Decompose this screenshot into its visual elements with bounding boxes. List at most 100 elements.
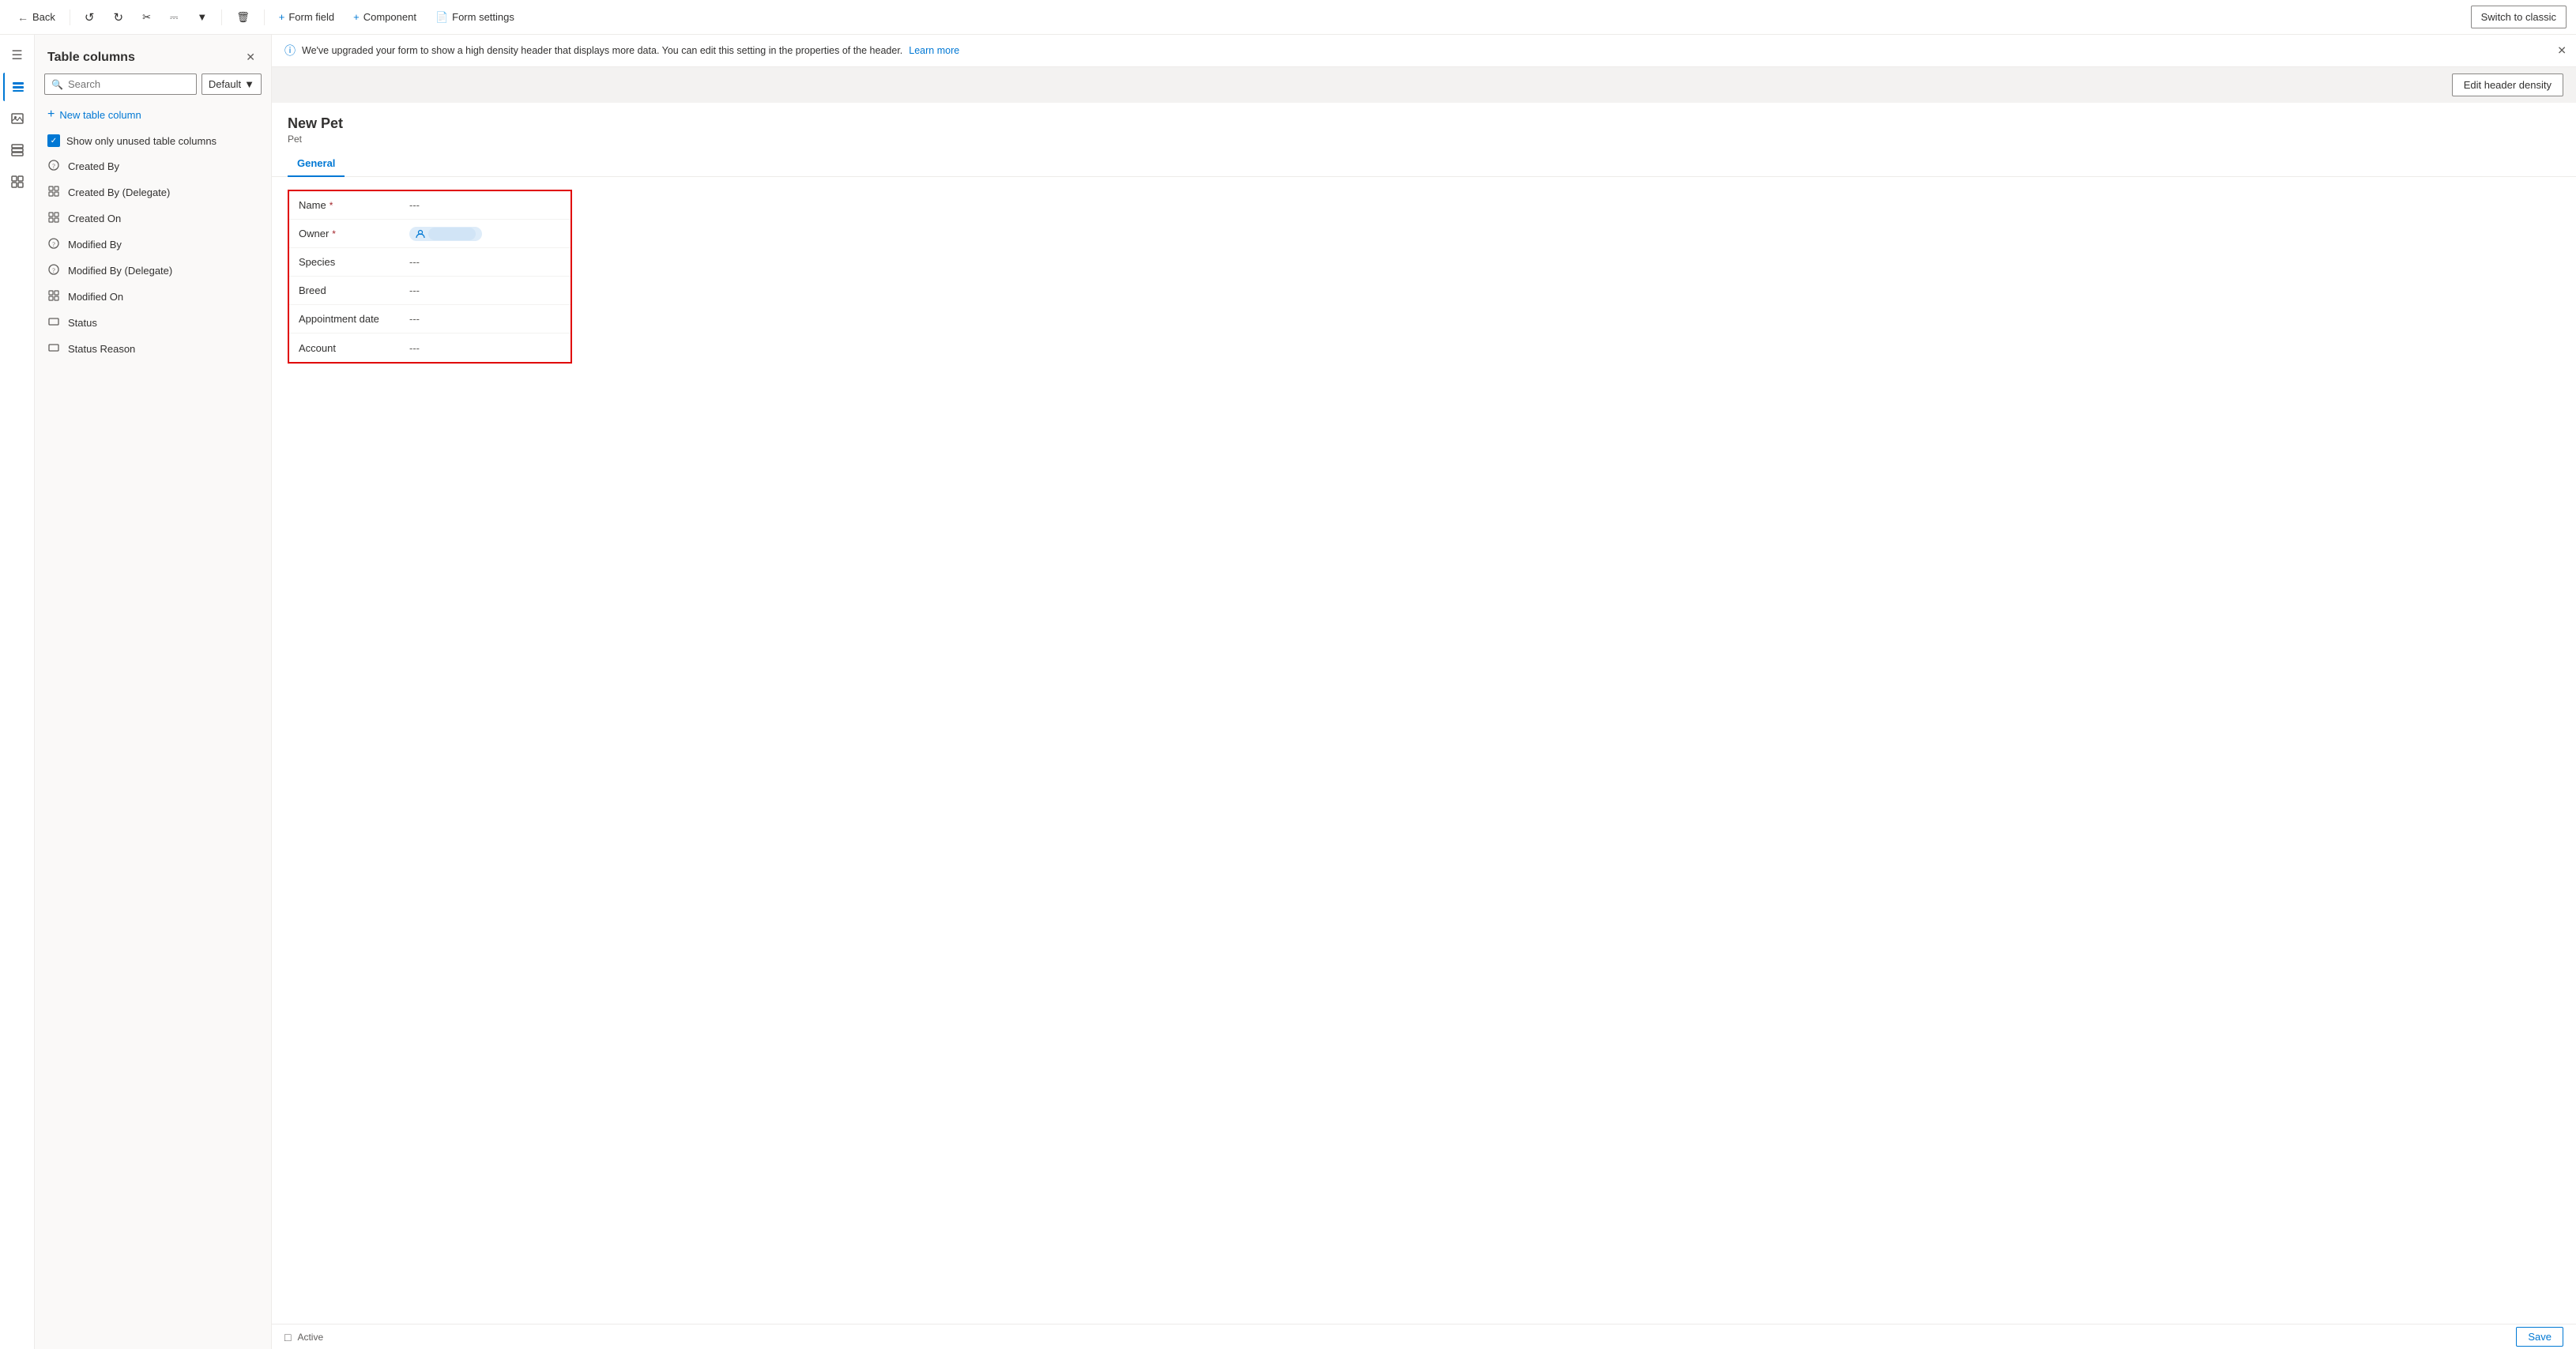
modified-on-label: Modified On [68,291,123,303]
form-section: Name * --- Owner * Species [288,190,572,364]
form-area: New Pet Pet General Name * --- Owner * [272,103,2576,1324]
sidebar-title: Table columns [47,51,135,65]
info-banner: ⓘ We've upgraded your form to show a hig… [272,35,2576,67]
copy-button[interactable]: ⎓ [162,6,186,28]
delete-button[interactable]: 🗑 [228,6,258,28]
rail-menu-icon[interactable]: ☰ [3,41,32,70]
plus-icon: + [279,11,285,23]
table-row[interactable]: Appointment date --- [289,305,571,333]
field-label: Account [299,342,409,354]
new-table-column-button[interactable]: + New table column [35,101,271,128]
field-value-cell: --- [409,342,420,354]
form-field-button[interactable]: + Form field [271,6,342,28]
svg-text:?: ? [52,267,55,274]
field-label: Appointment date [299,313,409,325]
created-by-label: Created By [68,160,119,172]
info-icon: ⓘ [284,43,296,58]
more-button[interactable]: ▼ [189,6,215,28]
created-by-icon: ? [47,160,60,173]
rail-stack-icon[interactable] [3,136,32,164]
sidebar-item-created-by[interactable]: ? Created By [35,153,271,179]
form-body: Name * --- Owner * Species [272,177,2576,379]
toolbar: ← Back ↺ ↻ ✂ ⎓ ▼ 🗑 + Form field + Compon… [0,0,2576,35]
table-row[interactable]: Account --- [289,333,571,362]
field-value-cell: --- [409,284,420,296]
form-settings-icon: 📄 [435,11,448,24]
modified-by-delegate-label: Modified By (Delegate) [68,265,172,277]
sidebar-item-modified-on[interactable]: Modified On [35,284,271,310]
component-button[interactable]: + Component [345,6,424,28]
modified-by-delegate-icon: ? [47,264,60,277]
required-star: * [330,200,333,211]
filter-dropdown[interactable]: Default ▼ [201,73,262,95]
required-star: * [332,228,336,239]
field-value-cell: --- [409,199,420,211]
field-label: Owner * [299,228,409,239]
banner-close-button[interactable]: ✕ [2557,44,2567,58]
sidebar-item-status[interactable]: Status [35,310,271,336]
sidebar-close-button[interactable]: ✕ [243,47,258,67]
field-value: --- [409,313,420,325]
save-button[interactable]: Save [2516,1327,2563,1347]
sidebar: Table columns ✕ 🔍 Default ▼ + New table … [35,35,272,1349]
show-unused-toggle[interactable]: ✓ Show only unused table columns [35,128,271,153]
divider-2 [221,9,222,25]
created-on-label: Created On [68,213,121,224]
created-on-icon [47,212,60,225]
cut-button[interactable]: ✂ [134,6,159,28]
copy-icon: ⎓ [170,11,178,24]
redo-button[interactable]: ↻ [105,6,131,29]
back-icon: ← [17,11,28,24]
tab-general[interactable]: General [288,151,345,177]
main-layout: ☰ [0,35,2576,1349]
undo-button[interactable]: ↺ [77,6,103,29]
svg-text:?: ? [52,241,55,248]
status-text: Active [297,1332,323,1343]
sidebar-item-created-by-delegate[interactable]: Created By (Delegate) [35,179,271,205]
rail-grid-icon[interactable] [3,168,32,196]
sidebar-item-modified-by[interactable]: ? Modified By [35,232,271,258]
main-content: ⓘ We've upgraded your form to show a hig… [272,35,2576,1349]
edit-header-density-button[interactable]: Edit header density [2452,73,2563,96]
redo-icon: ↻ [113,10,123,24]
checkbox-checked-icon: ✓ [47,134,60,147]
owner-badge [409,227,482,241]
field-value: --- [409,284,420,296]
field-value: --- [409,342,420,354]
undo-icon: ↺ [85,10,95,24]
sidebar-item-created-on[interactable]: Created On [35,205,271,232]
status-bar: □ Active Save [272,1324,2576,1349]
table-row[interactable]: Species --- [289,248,571,277]
table-row[interactable]: Breed --- [289,277,571,305]
sidebar-list: ? Created By Created By (Delegate) Creat… [35,153,271,1349]
created-by-delegate-label: Created By (Delegate) [68,187,170,198]
rail-layers-icon[interactable] [3,73,32,101]
form-header: New Pet Pet [272,103,2576,151]
form-container: New Pet Pet General Name * --- Owner * [272,103,2576,1324]
expand-icon[interactable]: □ [284,1331,291,1343]
table-row[interactable]: Name * --- [289,191,571,220]
delete-icon: 🗑 [236,11,250,24]
plus-icon: + [47,107,55,122]
search-input[interactable] [68,78,190,90]
cut-icon: ✂ [142,11,151,24]
rail-image-icon[interactable] [3,104,32,133]
learn-more-link[interactable]: Learn more [909,45,959,56]
table-row[interactable]: Owner * [289,220,571,248]
status-reason-label: Status Reason [68,343,135,355]
back-button[interactable]: ← Back [9,6,63,28]
form-settings-button[interactable]: 📄 Form settings [427,6,522,28]
sidebar-item-modified-by-delegate[interactable]: ? Modified By (Delegate) [35,258,271,284]
icon-rail: ☰ [0,35,35,1349]
banner-message: We've upgraded your form to show a high … [302,45,902,56]
field-value-cell [409,227,482,241]
svg-text:?: ? [52,163,55,170]
search-row: 🔍 Default ▼ [35,73,271,101]
status-label: Status [68,317,97,329]
form-subtitle: Pet [288,134,2560,145]
sidebar-item-status-reason[interactable]: Status Reason [35,336,271,362]
chevron-down-icon: ▼ [197,11,207,23]
switch-classic-button[interactable]: Switch to classic [2471,6,2567,28]
field-value-cell: --- [409,313,420,325]
field-value: --- [409,199,420,211]
